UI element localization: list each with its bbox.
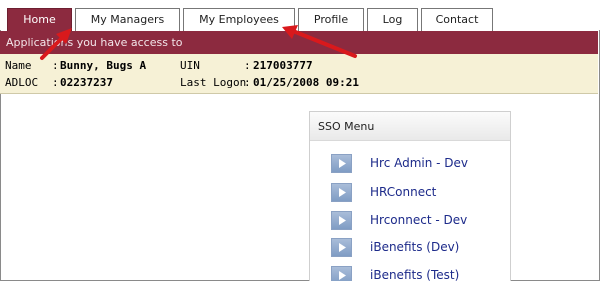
sso-item-label: HRConnect <box>370 185 437 199</box>
tab-my-managers[interactable]: My Managers <box>75 8 180 31</box>
sso-menu-title: SSO Menu <box>310 112 510 141</box>
name-label: Name <box>5 59 32 72</box>
sso-item-label: Hrconnect - Dev <box>370 213 468 227</box>
sso-item-ibenefits-dev[interactable]: iBenefits (Dev) <box>331 237 459 257</box>
sso-menu-panel: SSO Menu Hrc Admin - Dev HRConnect Hrcon… <box>309 111 511 281</box>
adloc-separator: : <box>52 76 59 89</box>
sso-item-hrconnect-dev[interactable]: Hrconnect - Dev <box>331 210 467 230</box>
tab-bar: Home My Managers My Employees Profile Lo… <box>0 0 600 31</box>
name-value: Bunny, Bugs A <box>60 59 147 72</box>
sso-item-label: Hrc Admin - Dev <box>370 156 469 170</box>
banner-text: Applications you have access to <box>6 36 183 49</box>
last-logon-separator: : <box>244 76 251 89</box>
sso-item-hrconnect[interactable]: HRConnect <box>331 182 436 202</box>
adloc-value: 02237237 <box>60 76 113 89</box>
tab-my-employees[interactable]: My Employees <box>183 8 295 31</box>
sso-item-label: iBenefits (Dev) <box>370 240 460 254</box>
play-arrow-icon <box>331 265 352 281</box>
tab-contact[interactable]: Contact <box>421 8 493 31</box>
play-arrow-icon <box>331 237 352 257</box>
uin-value: 217003777 <box>253 59 313 72</box>
adloc-label: ADLOC <box>5 76 39 89</box>
last-logon-label: Last Logon <box>180 76 247 89</box>
play-arrow-icon <box>331 182 352 202</box>
tab-profile[interactable]: Profile <box>298 8 364 31</box>
play-arrow-icon <box>331 210 352 230</box>
play-arrow-icon <box>331 153 352 173</box>
tab-log[interactable]: Log <box>367 8 418 31</box>
uin-label: UIN <box>180 59 200 72</box>
last-logon-value: 01/25/2008 09:21 <box>253 76 359 89</box>
tab-home[interactable]: Home <box>7 8 72 31</box>
sso-item-ibenefits-test[interactable]: iBenefits (Test) <box>331 265 459 281</box>
uin-separator: : <box>244 59 251 72</box>
sso-item-label: iBenefits (Test) <box>370 268 460 281</box>
applications-banner: Applications you have access to <box>0 31 598 54</box>
user-info-band: Name : Bunny, Bugs A UIN : 217003777 ADL… <box>0 54 598 94</box>
sso-item-hrc-admin-dev[interactable]: Hrc Admin - Dev <box>331 153 468 173</box>
name-separator: : <box>52 59 59 72</box>
